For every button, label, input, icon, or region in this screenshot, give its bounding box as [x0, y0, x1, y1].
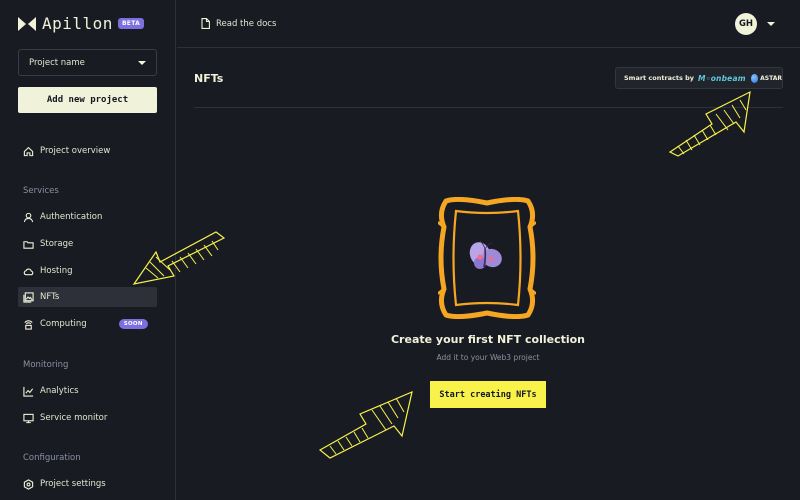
sidebar-item-label: Storage — [40, 239, 74, 249]
read-docs-link[interactable]: Read the docs — [201, 18, 276, 29]
arrow-annotation-start-button — [318, 390, 413, 459]
sidebar-item-label: NFTs — [40, 292, 60, 302]
empty-state-title: Create your first NFT collection — [390, 333, 586, 346]
project-select[interactable]: Project name — [18, 49, 157, 76]
arrow-annotation-nfts — [132, 231, 226, 285]
cloud-icon — [23, 267, 34, 275]
picture-frame-illustration — [438, 197, 536, 319]
sidebar-item-analytics[interactable]: Analytics — [18, 381, 157, 401]
sidebar-item-label: Service monitor — [40, 413, 108, 423]
sidebar-item-service-monitor[interactable]: Service monitor — [18, 408, 157, 428]
user-icon — [23, 212, 34, 222]
sidebar-item-label: Project overview — [40, 146, 111, 156]
astar-logo: ASTAR — [760, 74, 782, 82]
apillon-logo-icon — [18, 16, 36, 31]
sidebar-item-label: Analytics — [40, 386, 79, 396]
sidebar-item-authentication[interactable]: Authentication — [18, 207, 157, 227]
chevron-down-icon[interactable] — [767, 22, 775, 26]
app-logo[interactable]: Apillon BETA — [18, 14, 145, 33]
folder-icon — [23, 240, 34, 249]
document-icon — [201, 18, 210, 29]
sidebar-item-project-overview[interactable]: Project overview — [18, 141, 157, 161]
sidebar-item-project-settings[interactable]: Project settings — [18, 474, 157, 494]
beta-badge: BETA — [117, 18, 145, 29]
sidebar-item-label: Computing — [40, 319, 87, 329]
section-label-monitoring: Monitoring — [23, 360, 69, 370]
sidebar-item-label: Hosting — [40, 266, 73, 276]
chart-line-icon — [23, 386, 34, 397]
section-label-services: Services — [23, 186, 59, 196]
add-new-project-button[interactable]: Add new project — [18, 87, 157, 113]
start-creating-nfts-button[interactable]: Start creating NFTs — [430, 381, 546, 408]
chevron-down-icon — [138, 60, 146, 65]
soon-badge: SOON — [118, 319, 148, 329]
moonbeam-logo: M◦onbeam — [698, 73, 746, 83]
astar-logo-icon — [750, 73, 759, 83]
read-docs-label: Read the docs — [216, 18, 277, 29]
arrow-annotation-contracts — [668, 90, 751, 157]
sidebar-item-label: Project settings — [40, 479, 106, 489]
section-label-configuration: Configuration — [23, 453, 81, 463]
top-bar: Read the docs GH — [177, 0, 800, 48]
project-select-value: Project name — [29, 57, 85, 68]
butterfly-icon — [469, 240, 502, 269]
home-icon — [23, 146, 34, 156]
page-title: NFTs — [194, 72, 224, 85]
smart-contracts-badge: Smart contracts by M◦onbeam ASTAR — [615, 67, 783, 89]
smart-contracts-label: Smart contracts by — [624, 74, 695, 82]
computing-icon — [24, 319, 33, 330]
image-icon — [23, 291, 34, 303]
sidebar-item-computing[interactable]: Computing SOON — [18, 314, 157, 334]
monitor-icon — [23, 413, 34, 423]
empty-state-subtitle: Add it to your Web3 project — [436, 353, 540, 362]
sidebar-item-label: Authentication — [40, 212, 103, 222]
settings-icon — [23, 478, 34, 490]
app-name: Apillon — [42, 14, 113, 33]
avatar[interactable]: GH — [735, 13, 757, 35]
